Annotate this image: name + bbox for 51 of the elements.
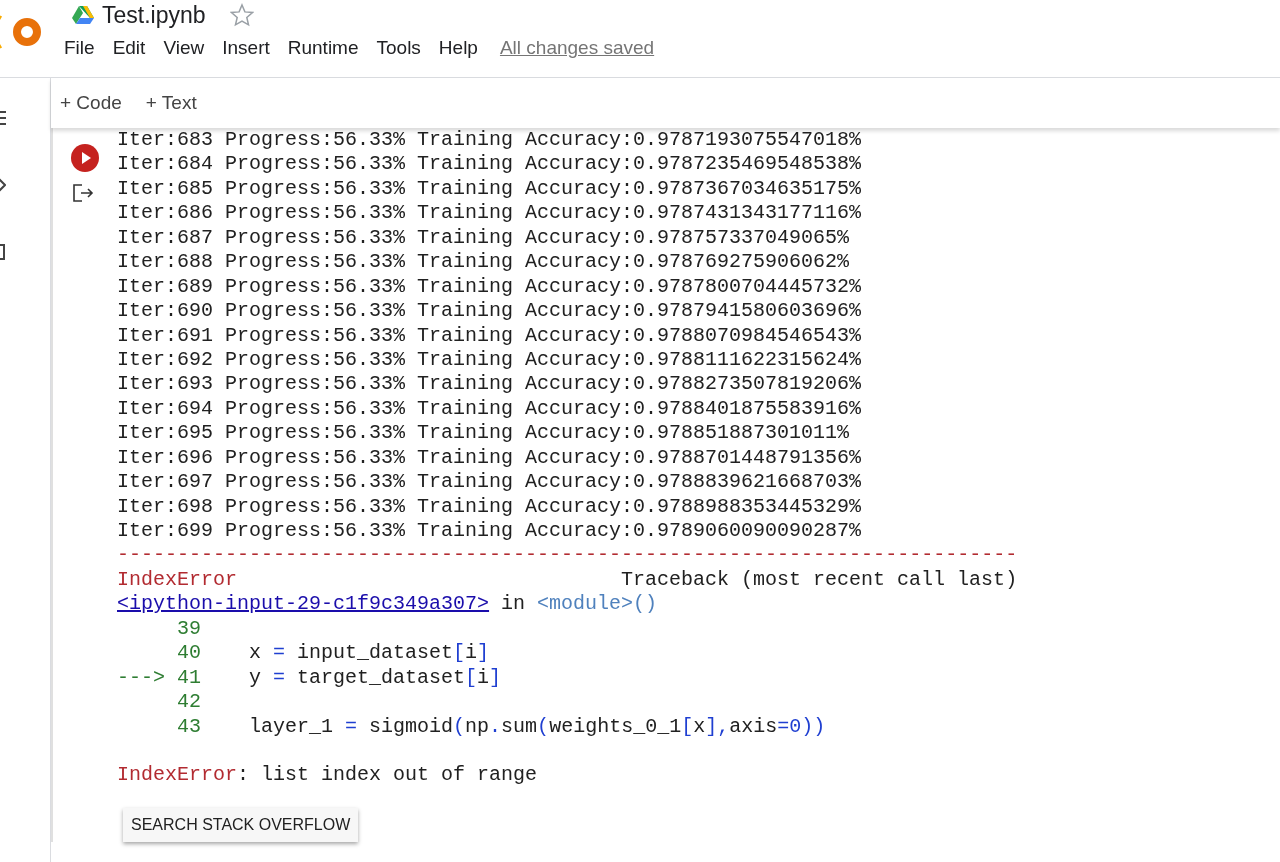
line-number: 40 — [177, 641, 202, 666]
output-line: Iter:697 Progress:56.33% Training Accuracy:0.9788839621668703% — [117, 470, 862, 495]
output-line: Iter:687 Progress:56.33% Training Accuracy:0.978757337049065% — [117, 225, 850, 251]
arrow-marker: ---> — [117, 665, 166, 691]
output-line: Iter:698 Progress:56.33% Training Accuracy:0.9788988353445329% — [117, 494, 862, 519]
output-line: Iter:693 Progress:56.33% Training Accuracy:0.9788273507819206% — [117, 372, 862, 397]
output-line: Iter:683 Progress:56.33% Training Accuracy:0.9787193075547018% — [117, 128, 862, 153]
notebook-title[interactable]: Test.ipynb — [102, 1, 206, 29]
output-exit-icon[interactable] — [72, 183, 94, 203]
output-line: Iter:691 Progress:56.33% Training Accuracy:0.9788070984546543% — [117, 323, 862, 348]
separator-line: --------------------------------------------------------------------------- — [117, 543, 1018, 568]
menu-item[interactable]: Edit — [112, 37, 146, 59]
traceback-header: Traceback (most recent call last) — [621, 567, 1018, 593]
menu-icon[interactable] — [0, 110, 6, 126]
drive-icon — [72, 5, 94, 25]
error-message: IndexError: list index out of range — [117, 763, 538, 788]
chevron-icon[interactable] — [0, 178, 6, 192]
toolbar-button[interactable]: + Code — [51, 88, 131, 118]
line-number: 41 — [177, 665, 202, 691]
code-line: layer_1 = sigmoid(np.sum(weights_0_1[x],axis=0)) — [249, 714, 826, 738]
line-number: 43 — [177, 714, 202, 739]
source-link[interactable]: <ipython-input-29-c1f9c349a307> — [117, 592, 490, 616]
code-line: y = target_dataset[i] — [249, 665, 502, 689]
output-line: Iter:689 Progress:56.33% Training Accuracy:0.9787800704445732% — [117, 274, 862, 300]
code-line: x = input_dataset[i] — [249, 641, 490, 665]
error-name: IndexError — [117, 567, 238, 593]
menu-item[interactable]: Help — [438, 37, 478, 59]
line-number: 39 — [177, 616, 202, 642]
menu-item[interactable]: View — [163, 37, 205, 59]
in-text: in — [501, 592, 526, 616]
star-icon[interactable] — [229, 3, 254, 27]
output-line: Iter:692 Progress:56.33% Training Accuracy:0.9788111622315624% — [117, 347, 862, 373]
save-status-link[interactable]: All changes saved — [499, 37, 655, 59]
menu-item[interactable]: Tools — [376, 37, 421, 59]
line-number: 42 — [177, 690, 202, 715]
output-line: Iter:696 Progress:56.33% Training Accuracy:0.9788701448791356% — [117, 445, 862, 471]
toolbar-button[interactable]: + Text — [136, 88, 206, 118]
output-line: Iter:690 Progress:56.33% Training Accuracy:0.9787941580603696% — [117, 299, 862, 324]
output-line: Iter:695 Progress:56.33% Training Accuracy:0.978851887301011% — [117, 421, 850, 446]
output-line: Iter:694 Progress:56.33% Training Accuracy:0.9788401875583916% — [117, 396, 862, 422]
menu-item[interactable]: Insert — [222, 37, 270, 59]
menu-item[interactable]: Runtime — [287, 37, 359, 59]
output-line: Iter:686 Progress:56.33% Training Accuracy:0.9787431343177116% — [117, 201, 862, 226]
menu-item[interactable]: File — [64, 37, 95, 59]
output-line: Iter:684 Progress:56.33% Training Accuracy:0.9787235469548538% — [117, 152, 862, 177]
search-stack-overflow-button[interactable]: SEARCH STACK OVERFLOW — [123, 807, 359, 842]
output-line: Iter:699 Progress:56.33% Training Accuracy:0.9789060090090287% — [117, 519, 862, 544]
module-name: <module>() — [537, 592, 658, 616]
output-line: Iter:688 Progress:56.33% Training Accuracy:0.978769275906062% — [117, 250, 850, 275]
run-button-icon[interactable] — [70, 143, 100, 173]
output-line: Iter:685 Progress:56.33% Training Accuracy:0.9787367034635175% — [117, 176, 862, 202]
